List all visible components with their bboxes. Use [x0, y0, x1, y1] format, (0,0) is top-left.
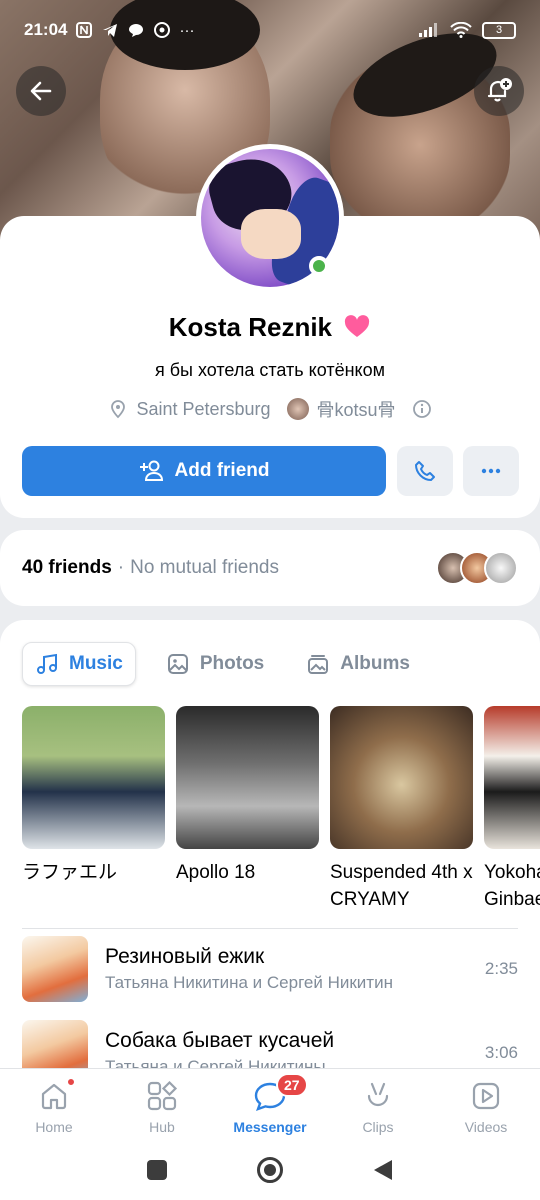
call-button[interactable] [397, 446, 453, 496]
more-horizontal-icon [481, 468, 501, 474]
album-cover [22, 706, 165, 849]
home-icon [41, 1083, 67, 1110]
profile-name: Kosta Reznik [168, 312, 333, 342]
community-avatar [286, 398, 309, 420]
chat-icon [129, 24, 144, 37]
nav-home-label: Home [35, 1119, 73, 1135]
arrow-left-icon [30, 81, 52, 101]
track-title: Собака бывает кусачей [105, 1029, 335, 1052]
add-friend-button[interactable]: Add friend [22, 446, 386, 496]
album-title: Yokohama Ginbae [484, 862, 540, 910]
heart-icon [345, 315, 370, 337]
phone-icon [415, 461, 435, 481]
albums-icon [308, 655, 329, 674]
status-bar: 21:04 ··· 3 [0, 0, 540, 60]
album-cover [484, 706, 540, 849]
tab-albums[interactable]: Albums [294, 642, 422, 686]
album-title: ラファエル [22, 862, 118, 883]
separator-dot: · [117, 557, 125, 578]
info-icon [412, 400, 431, 418]
status-time: 21:04 [24, 20, 68, 39]
album-card[interactable]: ラファエル [22, 706, 165, 913]
album-cover [330, 706, 473, 849]
album-card[interactable]: Apollo 18 [176, 706, 319, 913]
home-notification-dot [66, 1077, 76, 1087]
album-carousel[interactable]: ラファエル Apollo 18 Suspended 4th x CRYAMY Y… [22, 706, 540, 913]
music-note-icon [37, 653, 57, 674]
online-indicator [309, 256, 329, 276]
subscribe-notifications-button[interactable] [474, 66, 524, 116]
track-info: Резиновый ежик Татьяна Никитина и Сергей… [105, 945, 485, 993]
nfc-icon [76, 22, 93, 38]
video-play-icon [472, 1082, 500, 1110]
back-triangle-icon[interactable] [372, 1158, 394, 1182]
telegram-icon [103, 24, 118, 37]
track-title: Резиновый ежик [105, 945, 265, 968]
signal-icon [419, 23, 437, 37]
add-friend-label: Add friend [174, 460, 270, 481]
wifi-icon [450, 22, 472, 38]
profile-name-row: Kosta Reznik [0, 312, 540, 343]
album-card[interactable]: Suspended 4th x CRYAMY [330, 706, 473, 913]
friend-avatar [484, 551, 518, 585]
grid-icon [147, 1080, 178, 1111]
album-title: Suspended 4th x CRYAMY [330, 862, 473, 910]
profile-extra: 骨kotsu骨 [316, 400, 396, 420]
notification-icons: ··· [75, 21, 194, 39]
friend-avatars [436, 551, 518, 585]
image-icon [167, 654, 188, 674]
album-cover [176, 706, 319, 849]
user-plus-icon [139, 460, 163, 481]
nav-videos[interactable]: Videos [432, 1069, 540, 1140]
track-duration: 2:35 [484, 959, 518, 978]
nav-clips-label: Clips [362, 1119, 394, 1135]
media-section: Music Photos Albums ラファエル Apollo 18 Susp… [0, 620, 540, 1080]
track-cover [22, 936, 88, 1002]
nav-clips[interactable]: Clips [324, 1069, 432, 1140]
nav-hub-label: Hub [149, 1119, 175, 1135]
clips-icon [367, 1082, 389, 1107]
nav-messenger[interactable]: 27 Messenger [216, 1069, 324, 1140]
more-notifications-icon: ··· [179, 21, 195, 39]
tab-music[interactable]: Music [22, 642, 136, 686]
nav-videos-label: Videos [464, 1119, 508, 1135]
track-duration: 3:06 [484, 1043, 518, 1062]
tab-photos[interactable]: Photos [154, 642, 276, 686]
bottom-navigation: Home Hub 27 Messenger Clips Videos [0, 1068, 540, 1140]
system-navigation [0, 1140, 540, 1200]
bell-plus-icon [487, 78, 512, 102]
home-button-icon[interactable] [256, 1156, 284, 1184]
friends-card[interactable]: 40 friends · No mutual friends [0, 530, 540, 606]
nav-hub[interactable]: Hub [108, 1069, 216, 1140]
whatsapp-icon [154, 22, 171, 38]
mutual-friends: No mutual friends [130, 557, 279, 578]
recents-icon[interactable] [146, 1159, 168, 1181]
location-pin-icon [111, 400, 126, 419]
profile-location: Saint Petersburg [136, 398, 271, 419]
messenger-unread-badge: 27 [276, 1073, 308, 1097]
tab-music-label: Music [69, 653, 123, 674]
nav-messenger-label: Messenger [233, 1119, 307, 1135]
nav-home[interactable]: Home [0, 1069, 108, 1140]
more-actions-button[interactable] [463, 446, 519, 496]
profile-info-row[interactable]: Saint Petersburg 骨kotsu骨 [0, 396, 540, 422]
system-indicators: 3 [418, 21, 516, 39]
track-artist: Татьяна Никитина и Сергей Никитин [105, 973, 393, 992]
divider [22, 928, 518, 929]
media-tabs: Music Photos Albums [22, 642, 422, 686]
battery-indicator: 3 [482, 21, 516, 39]
back-button[interactable] [16, 66, 66, 116]
album-title: Apollo 18 [176, 862, 256, 883]
album-card[interactable]: Yokohama Ginbae [484, 706, 540, 913]
track-row[interactable]: Резиновый ежик Татьяна Никитина и Сергей… [22, 936, 518, 1002]
tab-photos-label: Photos [199, 653, 265, 674]
tab-albums-label: Albums [340, 653, 410, 674]
friends-count: 40 friends [22, 557, 112, 578]
profile-status: я бы хотела стать котёнком [154, 360, 385, 380]
